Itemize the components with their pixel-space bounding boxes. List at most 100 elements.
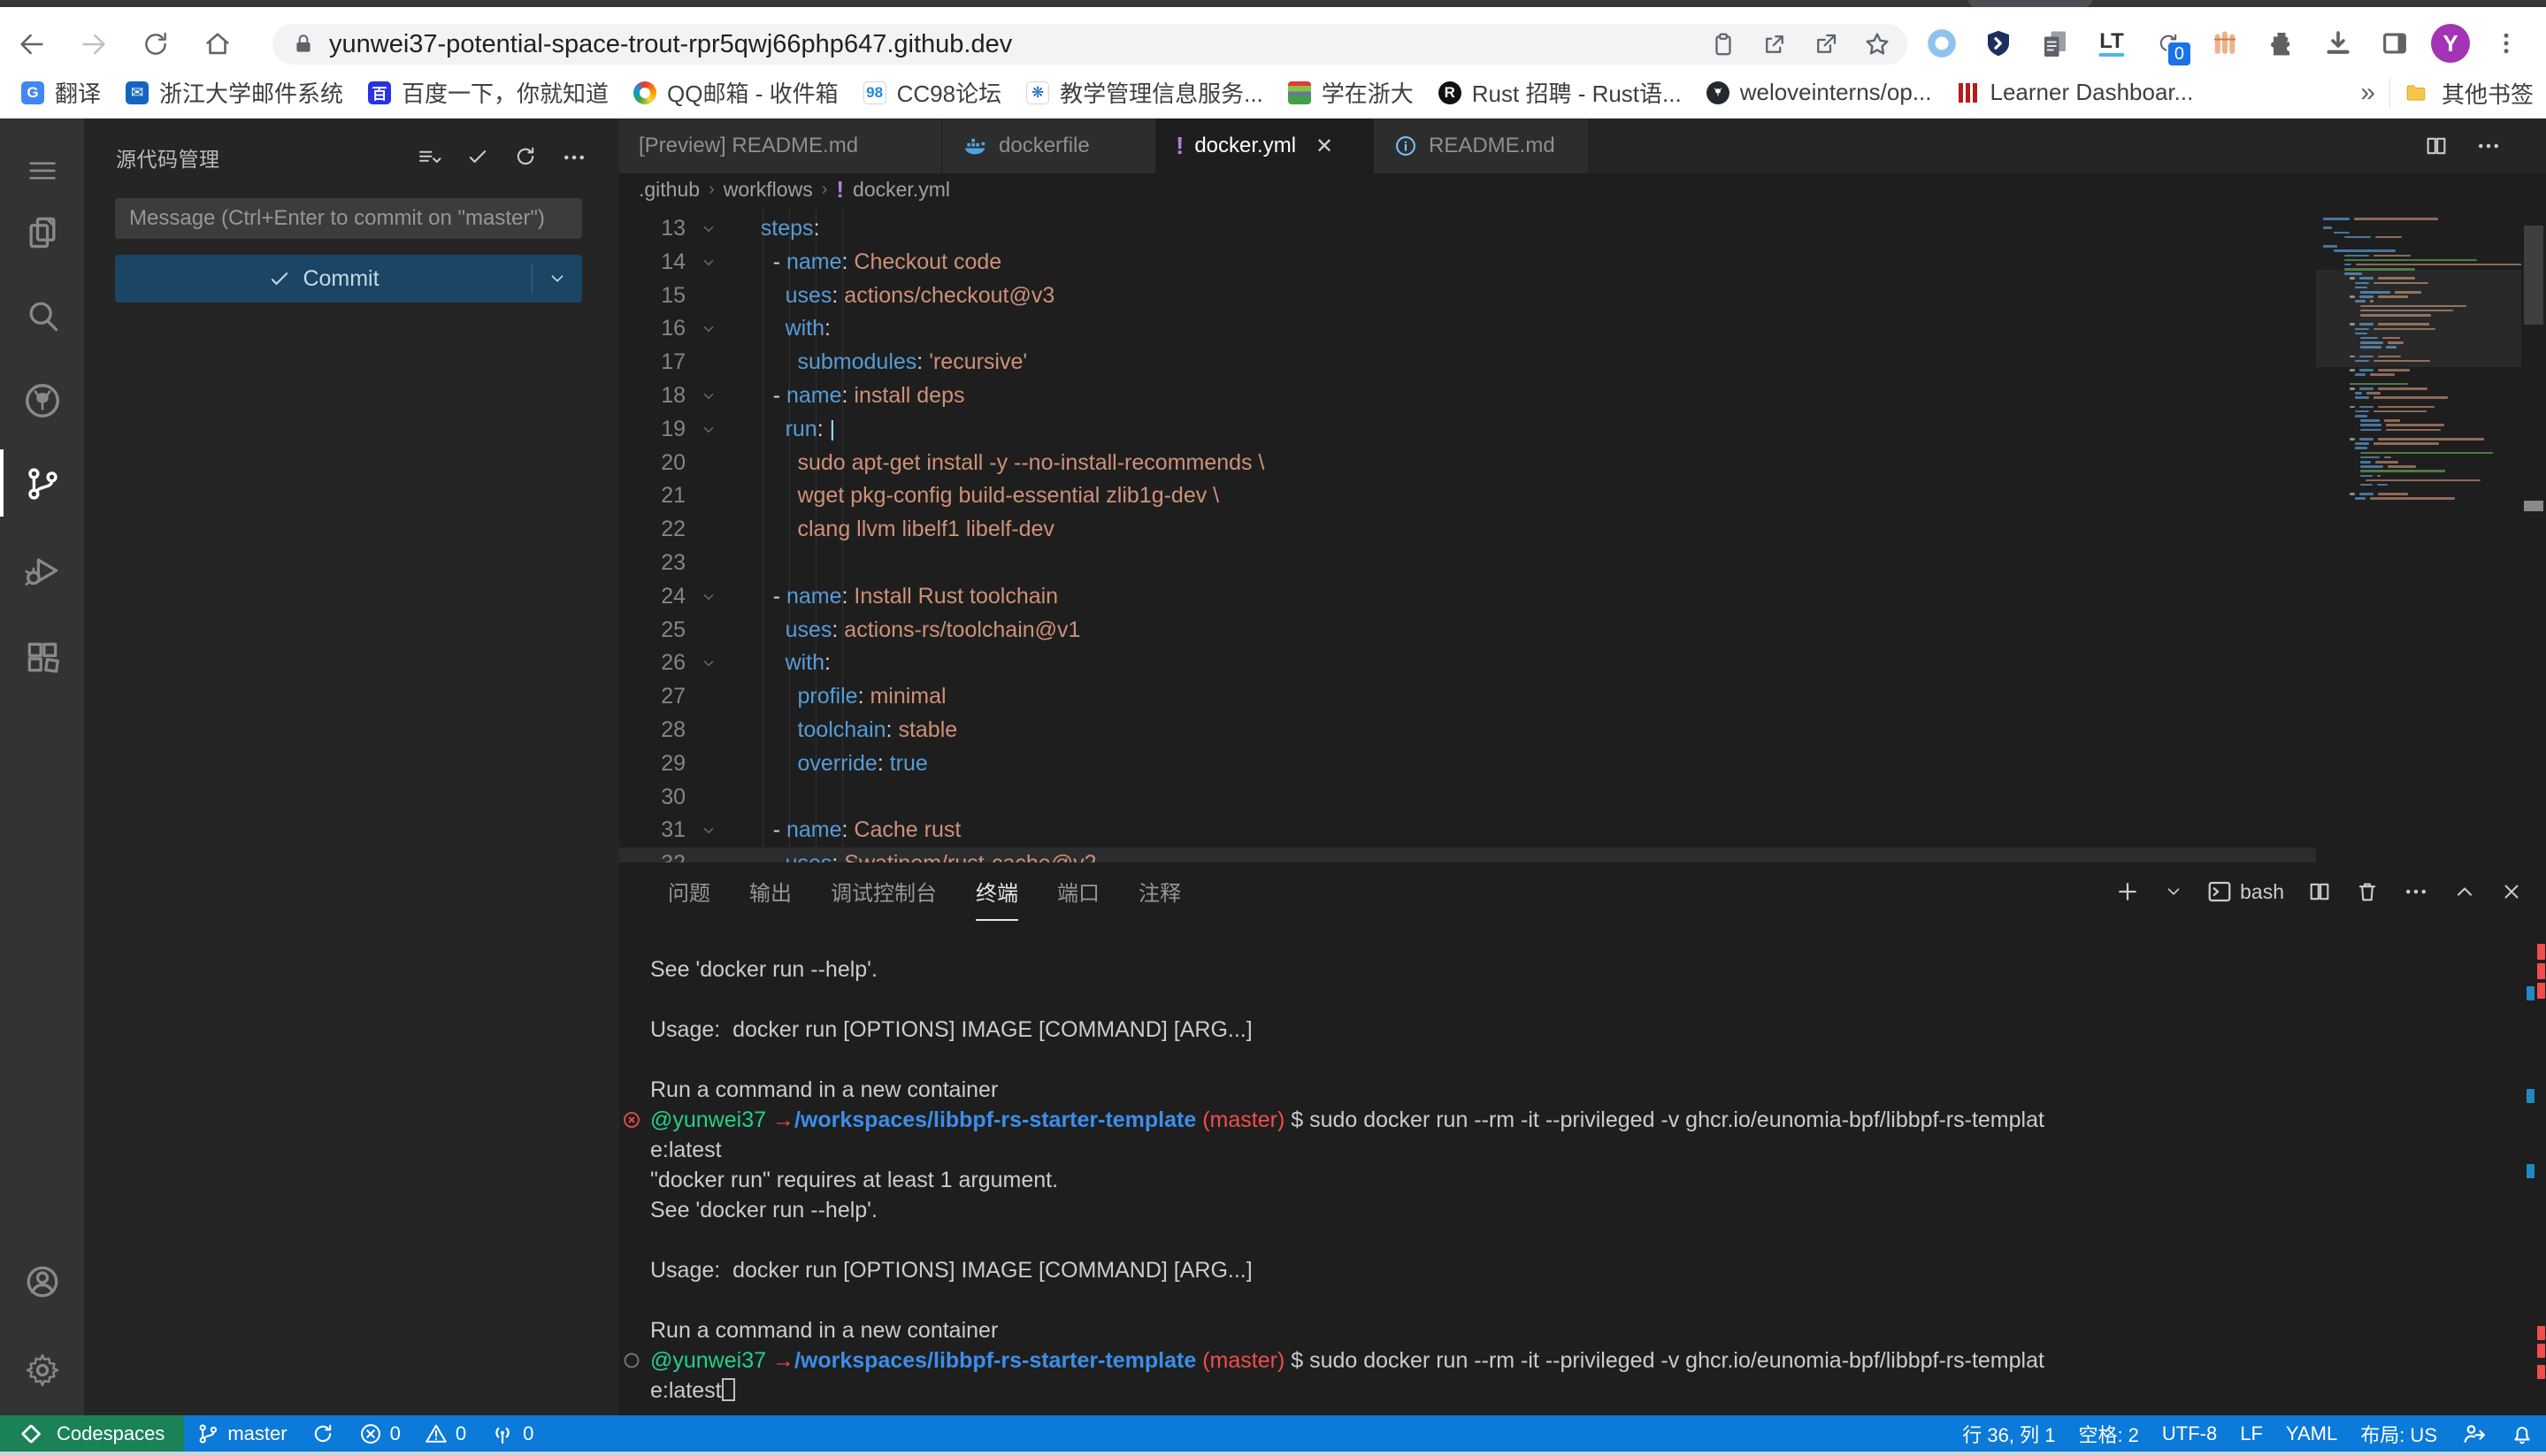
- terminal-dropdown-icon[interactable]: [2164, 882, 2183, 901]
- url-text[interactable]: yunwei37-potential-space-trout-rpr5qwj66…: [329, 30, 1690, 59]
- minimap-slider[interactable]: [2316, 270, 2521, 367]
- status-item[interactable]: LF: [2228, 1415, 2274, 1452]
- code-line[interactable]: 32 uses: Swatinem/rust-cache@v2: [619, 847, 2316, 862]
- remote-indicator[interactable]: Codespaces: [0, 1415, 184, 1452]
- browser-menu-icon[interactable]: [2486, 23, 2527, 64]
- share-icon[interactable]: [1808, 27, 1844, 62]
- close-panel-icon[interactable]: [2500, 880, 2523, 903]
- panel-tab-active[interactable]: 终端: [976, 862, 1018, 921]
- commit-message-input[interactable]: Message (Ctrl+Enter to commit on "master…: [115, 198, 582, 239]
- status-item[interactable]: 行 36, 列 1: [1951, 1415, 2067, 1452]
- bookmark-item[interactable]: 百百度一下，你就知道: [356, 73, 621, 112]
- status-item[interactable]: [2498, 1415, 2546, 1452]
- bookmark-item[interactable]: Learner Dashboar...: [1944, 73, 2206, 112]
- fold-chevron-icon[interactable]: [701, 388, 717, 404]
- code-line[interactable]: 18 - name: install deps: [619, 379, 2316, 413]
- editor-more-actions-icon[interactable]: [2475, 133, 2502, 159]
- fold-chevron-icon[interactable]: [701, 321, 717, 337]
- code-line[interactable]: 21 wget pkg-config build-essential zlib1…: [619, 479, 2316, 513]
- github-icon[interactable]: [0, 363, 84, 439]
- code-line[interactable]: 20 sudo apt-get install -y --no-install-…: [619, 447, 2316, 480]
- code-line[interactable]: 22 clang llvm libelf1 libelf-dev: [619, 513, 2316, 547]
- code-line[interactable]: 27 profile: minimal: [619, 680, 2316, 714]
- bookmark-item[interactable]: RRust 招聘 - Rust语...: [1426, 73, 1694, 112]
- code-editor[interactable]: 13 steps:14 - name: Checkout code15 uses…: [619, 205, 2316, 862]
- bookmark-item[interactable]: ❋教学管理信息服务...: [1014, 73, 1276, 112]
- breadcrumb-item[interactable]: docker.yml: [853, 178, 950, 202]
- bookmarks-overflow-chevron[interactable]: »: [2360, 78, 2375, 108]
- bookmark-item[interactable]: 学在浙大: [1276, 73, 1426, 112]
- fold-chevron-icon[interactable]: [701, 422, 717, 438]
- bookmark-item[interactable]: G翻译: [9, 73, 113, 112]
- bookmark-item[interactable]: ✉浙江大学邮件系统: [113, 73, 356, 112]
- explorer-icon[interactable]: [0, 195, 84, 271]
- panel-tab-item[interactable]: 调试控制台: [831, 862, 937, 921]
- fold-chevron-icon[interactable]: [701, 823, 717, 839]
- ammo-extension-icon[interactable]: [2205, 23, 2245, 64]
- code-line[interactable]: 26 with:: [619, 647, 2316, 680]
- fold-chevron-icon[interactable]: [701, 255, 717, 271]
- status-item[interactable]: 0: [412, 1415, 478, 1452]
- status-item[interactable]: UTF-8: [2151, 1415, 2228, 1452]
- media-control-icon[interactable]: [1706, 27, 1741, 62]
- code-line[interactable]: 23: [619, 547, 2316, 580]
- home-icon[interactable]: [198, 25, 237, 64]
- code-line[interactable]: 31 - name: Cache rust: [619, 814, 2316, 847]
- editor-tab[interactable]: dockerfile: [942, 119, 1156, 173]
- more-actions-icon[interactable]: [561, 144, 587, 171]
- profile-avatar[interactable]: Y: [2431, 24, 2470, 63]
- bookmark-item[interactable]: QQ邮箱 - 收件箱: [621, 73, 851, 112]
- fold-chevron-icon[interactable]: [701, 589, 717, 605]
- status-item[interactable]: 0: [478, 1415, 545, 1452]
- commit-dropdown-chevron[interactable]: [533, 269, 582, 288]
- code-line[interactable]: 15 uses: actions/checkout@v3: [619, 280, 2316, 313]
- code-line[interactable]: 16 with:: [619, 312, 2316, 346]
- scrollbar-thumb-secondary[interactable]: [2524, 501, 2543, 511]
- download-icon[interactable]: [2318, 23, 2358, 64]
- refresh-icon[interactable]: [513, 144, 538, 171]
- view-options-icon[interactable]: [416, 144, 442, 171]
- other-bookmarks-label[interactable]: 其他书签: [2442, 77, 2534, 110]
- fold-chevron-icon[interactable]: [701, 655, 717, 671]
- editor-tab[interactable]: README.md: [1374, 119, 1590, 173]
- commit-check-icon[interactable]: [465, 144, 490, 171]
- panel-tab-item[interactable]: 问题: [668, 862, 710, 921]
- reload-icon[interactable]: [136, 25, 175, 64]
- back-icon[interactable]: [12, 25, 51, 64]
- panel-tab-item[interactable]: 注释: [1139, 862, 1181, 921]
- search-icon[interactable]: [0, 278, 84, 354]
- breadcrumb-item[interactable]: .github: [639, 178, 700, 202]
- source-control-icon[interactable]: [0, 446, 84, 522]
- code-line[interactable]: 25 uses: actions-rs/toolchain@v1: [619, 614, 2316, 648]
- tab-close-icon[interactable]: ✕: [1315, 134, 1333, 159]
- status-item[interactable]: YAML: [2274, 1415, 2349, 1452]
- maximize-panel-icon[interactable]: [2452, 879, 2477, 904]
- code-line[interactable]: 28 toolchain: stable: [619, 714, 2316, 747]
- code-line[interactable]: 13 steps:: [619, 212, 2316, 246]
- editor-scrollbar[interactable]: [2521, 205, 2546, 862]
- panel-tab-item[interactable]: 输出: [749, 862, 792, 921]
- side-panel-icon[interactable]: [2374, 23, 2415, 64]
- panel-more-icon[interactable]: [2403, 878, 2429, 905]
- commit-button[interactable]: Commit: [115, 255, 582, 303]
- status-item[interactable]: 0: [347, 1415, 412, 1452]
- extension-ring-icon[interactable]: [1921, 23, 1962, 64]
- code-line[interactable]: 24 - name: Install Rust toolchain: [619, 580, 2316, 614]
- code-line[interactable]: 14 - name: Checkout code: [619, 246, 2316, 280]
- terminal-instance[interactable]: bash: [2206, 878, 2284, 905]
- split-editor-icon[interactable]: [2424, 134, 2449, 158]
- languagetool-icon[interactable]: LT: [2091, 23, 2132, 64]
- editor-tab[interactable]: [Preview] README.md: [619, 119, 942, 173]
- status-item[interactable]: 空格: 2: [2067, 1415, 2150, 1452]
- breadcrumb-item[interactable]: workflows: [724, 178, 813, 202]
- account-icon[interactable]: [0, 1244, 84, 1320]
- address-bar[interactable]: yunwei37-potential-space-trout-rpr5qwj66…: [272, 24, 1907, 65]
- extensions-icon[interactable]: [0, 619, 84, 695]
- bookmark-item[interactable]: 98CC98论坛: [851, 73, 1014, 112]
- status-item[interactable]: master: [184, 1415, 298, 1452]
- extension-shield-icon[interactable]: [1978, 23, 2019, 64]
- panel-tab-item[interactable]: 端口: [1057, 862, 1100, 921]
- sync-extension-icon[interactable]: 0: [2148, 23, 2189, 64]
- open-in-app-icon[interactable]: [1757, 27, 1792, 62]
- new-terminal-icon[interactable]: [2114, 878, 2141, 905]
